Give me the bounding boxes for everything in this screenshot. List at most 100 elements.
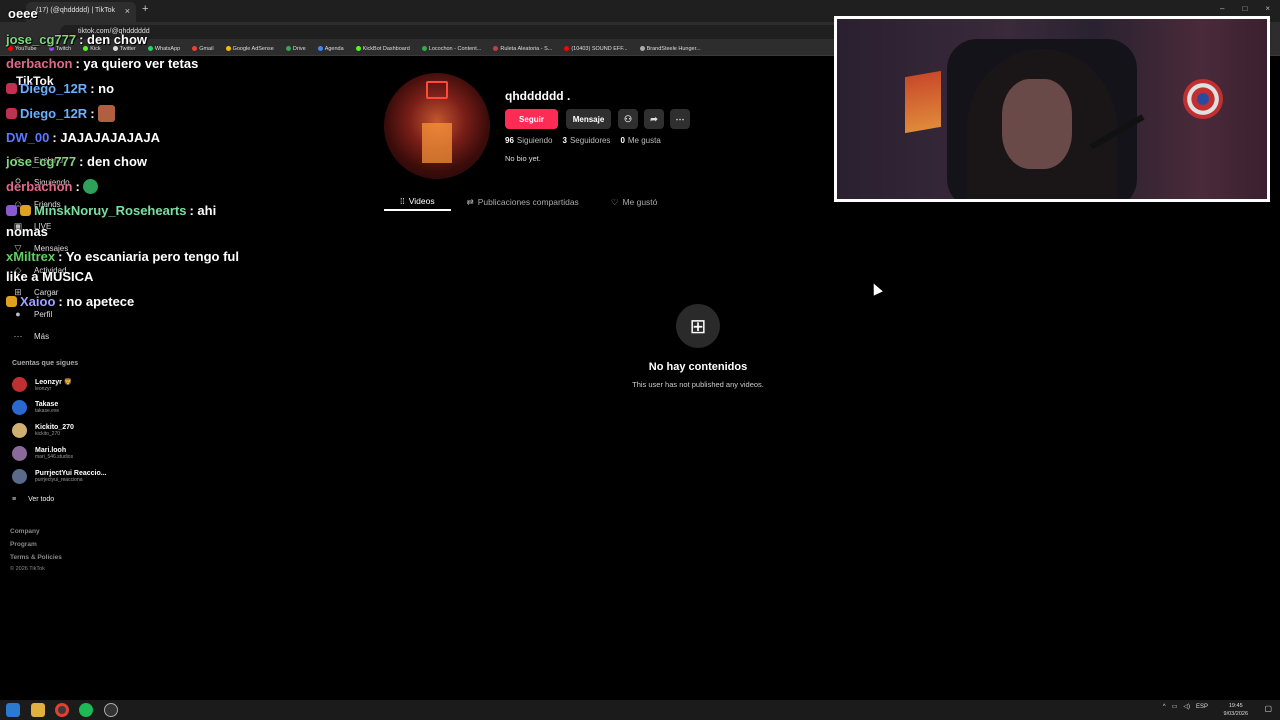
crown-badge-icon — [6, 296, 17, 307]
chat-line: xMiltrex: Yo escaniaria pero tengo ful — [6, 249, 239, 264]
webcam-shield-graphic — [1183, 79, 1223, 119]
notifications-icon[interactable]: ▢ — [1264, 704, 1272, 713]
chat-badge-icon — [6, 205, 17, 216]
following-accounts-heading: Cuentas que sigues — [12, 360, 79, 367]
message-button[interactable]: Mensaje — [566, 109, 611, 129]
followed-account[interactable]: PurrjectYui Reaccio... purrjectyui_reacci… — [12, 469, 107, 484]
avatar — [12, 446, 27, 461]
bookmark-agenda[interactable]: Agenda — [317, 46, 344, 52]
chat-line: like a MUSICA — [6, 269, 94, 284]
chat-line: derbachon: — [6, 179, 98, 194]
chat-line: Diego_12R: — [6, 105, 115, 122]
chat-line: Diego_12R: no — [6, 81, 114, 96]
chat-badge-icon — [6, 83, 17, 94]
nav-more[interactable]: ⋯ Más — [12, 329, 50, 343]
webcam-monitor-graphic — [905, 70, 941, 134]
empty-grid-icon: ⊞ — [676, 304, 720, 348]
url-field[interactable]: tiktok.com/@qhdddddd — [60, 25, 840, 39]
close-window-button[interactable]: × — [1265, 4, 1270, 13]
profile-stats: 96 Siguiendo 3 Seguidores 0 Me gusta — [505, 136, 661, 145]
chat-line: Xaioo: no apetece — [6, 294, 134, 309]
network-icon[interactable]: ▭ — [1172, 703, 1178, 710]
chat-line: nomas — [6, 224, 48, 239]
browser-tab[interactable]: (17) (@qhddddd) | TikTok × — [26, 2, 136, 22]
profile-bio: No bio yet. — [505, 154, 541, 163]
footer-copyright: © 2026 TikTok — [10, 566, 45, 572]
bookmark-brandsteele[interactable]: BrandSteele Hunger... — [639, 46, 701, 52]
grid-icon: ⁞⁞ — [400, 196, 405, 206]
nav-profile[interactable]: ● Perfil — [12, 307, 52, 321]
file-explorer-icon[interactable] — [31, 703, 45, 717]
avatar — [12, 423, 27, 438]
new-tab-button[interactable]: + — [142, 3, 148, 15]
bookmark-whatsapp[interactable]: WhatsApp — [147, 46, 180, 52]
repost-icon: ⇄ — [466, 196, 474, 207]
bookmark-sound-effects[interactable]: (10403) SOUND EFF... — [564, 46, 628, 52]
bookmark-adsense[interactable]: Google AdSense — [225, 46, 274, 52]
footer-terms[interactable]: Terms & Policies — [10, 554, 62, 561]
bookmark-locochon[interactable]: Locochon - Content... — [421, 46, 481, 52]
followed-account[interactable]: Kickito_270 kickito_270 — [12, 423, 74, 438]
bookmark-kickbot[interactable]: KickBot Dashboard — [355, 46, 410, 52]
profile-icon: ● — [15, 309, 21, 319]
windows-taskbar: ^ ▭ ◁) ESP 19:45 9/03/2026 ▢ — [0, 700, 1280, 720]
crown-badge-icon — [20, 205, 31, 216]
tab-reposts[interactable]: ⇄ Publicaciones compartidas — [451, 193, 595, 211]
chat-line: DW_00: JAJAJAJAJAJA — [6, 130, 161, 145]
minimize-button[interactable]: – — [1220, 4, 1224, 13]
add-friend-icon[interactable]: ⚇ — [618, 109, 638, 129]
chat-line: jose_cg777: den chow — [6, 32, 147, 47]
following-stat[interactable]: 96 Siguiendo — [505, 136, 553, 145]
settings-icon[interactable] — [104, 703, 118, 717]
avatar — [12, 469, 27, 484]
volume-icon[interactable]: ◁) — [1183, 703, 1190, 710]
see-all-link[interactable]: ≡ Ver todo — [12, 496, 54, 503]
follow-button[interactable]: Seguir — [505, 109, 558, 129]
tab-close-icon[interactable]: × — [125, 6, 130, 16]
emote-icon — [97, 105, 115, 122]
footer-program[interactable]: Program — [10, 541, 37, 548]
window-controls: – □ × — [1220, 4, 1270, 13]
tab-videos[interactable]: ⁞⁞ Videos — [384, 193, 451, 211]
empty-state-subtitle: This user has not published any videos. — [632, 380, 764, 389]
emote-icon — [82, 179, 98, 194]
followed-account[interactable]: Leonzyr 🦁 leonzyr — [12, 377, 73, 392]
empty-state-title: No hay contenidos — [648, 361, 748, 373]
tiktok-sidebar: TikTok ◎ Explorar ⚲ Siguiendo ☺ Friends ▣ LI… — [0, 56, 200, 696]
more-options-icon[interactable]: ⋯ — [670, 109, 690, 129]
followed-account[interactable]: Takase takase.exe — [12, 400, 59, 415]
avatar — [12, 400, 27, 415]
avatar-sign-graphic — [426, 81, 448, 99]
maximize-button[interactable]: □ — [1242, 4, 1247, 13]
chevron-up-icon[interactable]: ^ — [1163, 704, 1166, 710]
tab-liked[interactable]: ♡ Me gustó — [595, 193, 674, 211]
profile-tabs: ⁞⁞ Videos ⇄ Publicaciones compartidas ♡ Me … — [384, 193, 744, 213]
chat-line: derbachon: ya quiero ver tetas — [6, 56, 199, 71]
language-indicator[interactable]: ESP — [1196, 704, 1208, 710]
followers-stat[interactable]: 3 Seguidores — [563, 136, 611, 145]
chat-line: oeee — [8, 6, 38, 21]
windows-start-icon[interactable] — [6, 703, 20, 717]
followed-account[interactable]: Mari.looh mari_546.studios — [12, 446, 73, 461]
heart-icon: ♡ — [610, 196, 619, 207]
avatar-door-graphic — [422, 123, 452, 163]
webcam-overlay — [834, 16, 1270, 202]
tab-title: (17) (@qhddddd) | TikTok — [36, 7, 115, 14]
list-icon: ≡ — [12, 496, 17, 503]
more-icon: ⋯ — [13, 330, 23, 341]
share-icon[interactable]: ➦ — [644, 109, 664, 129]
bookmark-ruleta[interactable]: Ruleta Aleatoria - S... — [493, 46, 552, 52]
avatar — [12, 377, 27, 392]
likes-stat: 0 Me gusta — [620, 136, 661, 145]
taskbar-clock[interactable]: 19:45 9/03/2026 — [1224, 702, 1248, 718]
footer-company[interactable]: Company — [10, 528, 40, 535]
bookmark-gmail[interactable]: Gmail — [192, 46, 214, 52]
spotify-icon[interactable] — [79, 703, 93, 717]
chat-line: MinskNoruy_Rosehearts: ahi — [6, 203, 216, 218]
profile-avatar[interactable] — [384, 73, 490, 179]
mouse-cursor-icon — [869, 281, 883, 296]
profile-username: qhdddddd . — [505, 89, 571, 103]
chrome-icon[interactable] — [55, 703, 69, 717]
bookmark-drive[interactable]: Drive — [285, 46, 306, 52]
chat-line: jose_cg777: den chow — [6, 154, 147, 169]
